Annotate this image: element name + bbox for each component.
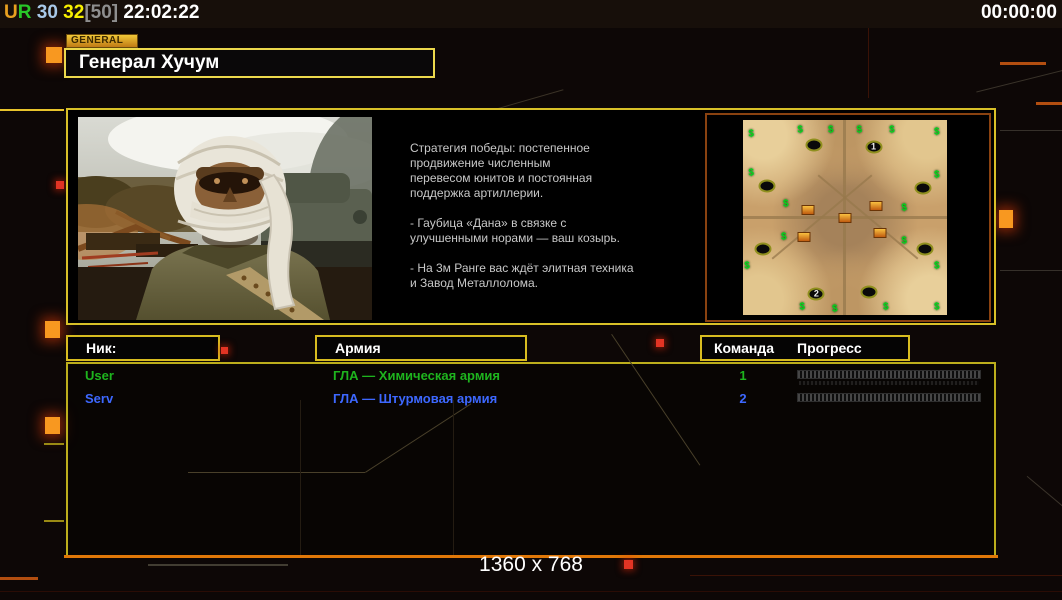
- progress-bar-ghost: [799, 381, 979, 385]
- map-start-position: [914, 181, 932, 195]
- map-supply-icon: $: [889, 124, 895, 136]
- map-supply-icon: $: [901, 235, 907, 247]
- circuit-line: [1000, 130, 1062, 131]
- map-supply-icon: $: [832, 303, 838, 315]
- map-start-position: [805, 138, 823, 152]
- map-start-position: 2: [807, 287, 825, 301]
- circuit-line: [188, 472, 365, 473]
- general-title-box: Генерал Хучум: [64, 48, 435, 78]
- glow-square: [45, 417, 60, 434]
- glow-square: [46, 47, 62, 63]
- map-supply-icon: $: [781, 231, 787, 243]
- map-start-position: 1: [865, 140, 883, 154]
- general-name: Генерал Хучум: [79, 52, 220, 73]
- army-column-header: Армия: [315, 335, 527, 361]
- map-supply-icon: $: [783, 198, 789, 210]
- circuit-line: [1026, 475, 1062, 516]
- player-nick: Serv: [85, 391, 114, 406]
- circuit-line: [0, 109, 64, 111]
- player-row: Serv ГЛА — Штурмовая армия 2: [68, 388, 994, 410]
- map-supply-icon: $: [934, 126, 940, 138]
- nick-column-header: Ник:: [66, 335, 220, 361]
- player-team: 2: [739, 391, 747, 406]
- map-supply-icon: $: [744, 260, 750, 272]
- resolution-label: 1360 x 768: [479, 553, 583, 576]
- map-factory-icon: [873, 228, 887, 239]
- map-start-position: [758, 179, 776, 193]
- map-supply-icon: $: [748, 128, 754, 140]
- circuit-line: [1036, 102, 1062, 105]
- status-segment: 30: [31, 2, 58, 23]
- map-supply-icon: $: [934, 260, 940, 272]
- status-segment: R: [17, 2, 32, 23]
- circuit-line: [300, 400, 301, 556]
- player-list: User ГЛА — Химическая армия 1 Serv ГЛА —…: [66, 362, 996, 557]
- player-army: ГЛА — Химическая армия: [333, 368, 501, 383]
- circuit-line: [0, 591, 1062, 592]
- circuit-line: [453, 400, 454, 556]
- map-preview: $ $ $ $ $ $ $ $ $ $ $ $ $ $ $ $ $ $1 2: [705, 113, 991, 322]
- progress-bar: [797, 393, 981, 402]
- top-status-bar: UR 30 32[50] 22:02:22 00:00:00: [0, 0, 1062, 28]
- glow-square: [45, 321, 60, 338]
- status-segment: 32: [57, 2, 85, 23]
- map-supply-icon: $: [797, 124, 803, 136]
- player-army: ГЛА — Штурмовая армия: [333, 391, 498, 406]
- circuit-line: [44, 520, 64, 522]
- map-factory-icon: [797, 232, 811, 242]
- circuit-line: [0, 577, 38, 580]
- map-supply-icon: $: [934, 169, 940, 181]
- circuit-line: [976, 68, 1062, 93]
- map-supply-icon: $: [799, 301, 805, 313]
- circuit-line: [1000, 62, 1046, 65]
- status-segment: U: [4, 2, 18, 23]
- circuit-line: [1000, 270, 1062, 271]
- circuit-line: [44, 443, 64, 445]
- general-portrait-image: [78, 117, 372, 320]
- circuit-line: [868, 20, 869, 98]
- map-factory-icon: [838, 212, 852, 223]
- map-start-position: [916, 242, 934, 256]
- map-start-position: [860, 285, 878, 299]
- player-team: 1: [739, 368, 747, 383]
- glow-square: [656, 339, 664, 347]
- map-supply-icon: $: [934, 301, 940, 313]
- map-supply-icon: $: [883, 301, 889, 313]
- game-timer: 00:00:00: [980, 2, 1057, 23]
- loading-screen: UR 30 32[50] 22:02:22 00:00:00 GENERAL Г…: [0, 0, 1062, 600]
- map-supply-icon: $: [748, 167, 754, 179]
- glow-square: [221, 347, 228, 354]
- map-terrain: $ $ $ $ $ $ $ $ $ $ $ $ $ $ $ $ $ $1 2: [743, 120, 947, 315]
- connection-status-text: UR 30 32[50] 22:02:22: [4, 2, 199, 24]
- map-factory-icon: [801, 204, 815, 215]
- glow-square: [999, 210, 1013, 228]
- map-supply-icon: $: [901, 202, 907, 214]
- status-segment: [50]: [84, 2, 119, 23]
- map-factory-icon: [869, 200, 883, 211]
- general-tab-label: GENERAL: [66, 34, 138, 48]
- status-segment: 22:02:22: [118, 2, 200, 23]
- map-supply-icon: $: [827, 124, 834, 136]
- progress-bar: [797, 370, 981, 379]
- team-progress-column-header: Команда Прогресс: [700, 335, 910, 361]
- strategy-text: Стратегия победы: постепенное продвижени…: [410, 141, 634, 290]
- map-supply-icon: $: [856, 124, 863, 136]
- player-row: User ГЛА — Химическая армия 1: [68, 365, 994, 387]
- player-nick: User: [85, 368, 114, 383]
- glow-square: [56, 181, 64, 189]
- map-start-position: [754, 242, 772, 256]
